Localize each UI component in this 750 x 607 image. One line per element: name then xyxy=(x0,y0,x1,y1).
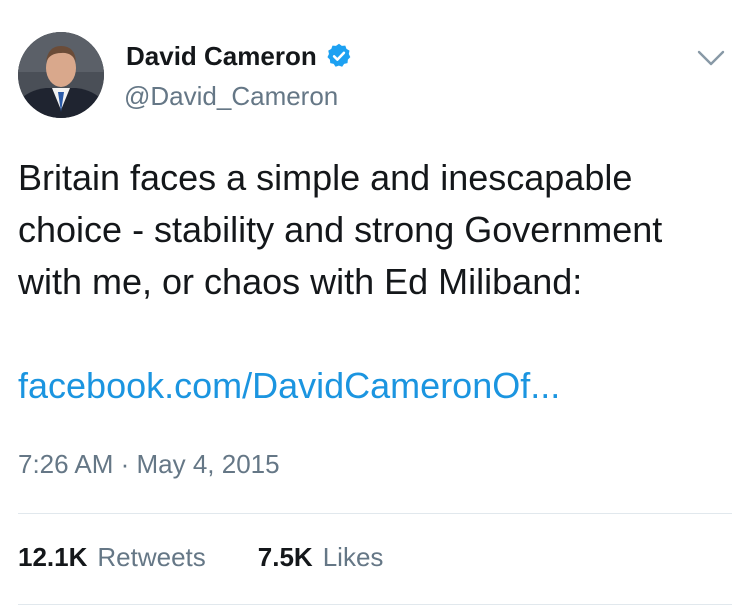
divider xyxy=(18,513,732,514)
likes-label: Likes xyxy=(322,542,384,572)
retweets-label: Retweets xyxy=(97,542,206,572)
retweets-stat[interactable]: 12.1K Retweets xyxy=(18,541,206,573)
divider xyxy=(18,604,732,605)
avatar[interactable] xyxy=(18,32,104,118)
tweet-link[interactable]: facebook.com/DavidCameronOf... xyxy=(18,360,560,412)
author-handle[interactable]: @David_Cameron xyxy=(124,80,338,112)
author-name[interactable]: David Cameron xyxy=(126,40,353,72)
retweets-count: 12.1K xyxy=(18,542,88,572)
avatar-image xyxy=(18,32,104,118)
verified-badge-icon xyxy=(327,43,351,67)
tweet-stats: 12.1K Retweets 7.5K Likes xyxy=(18,541,383,573)
chevron-down-icon[interactable] xyxy=(696,46,726,70)
likes-stat[interactable]: 7.5K Likes xyxy=(258,541,384,573)
likes-count: 7.5K xyxy=(257,542,313,572)
author-display-name[interactable]: David Cameron xyxy=(126,40,317,72)
tweet-timestamp[interactable]: 7:26 AM · May 4, 2015 xyxy=(18,448,280,480)
tweet-text: Britain faces a simple and inescapable c… xyxy=(18,157,663,302)
tweet-card: David Cameron @David_Cameron Britain fac… xyxy=(0,0,750,607)
